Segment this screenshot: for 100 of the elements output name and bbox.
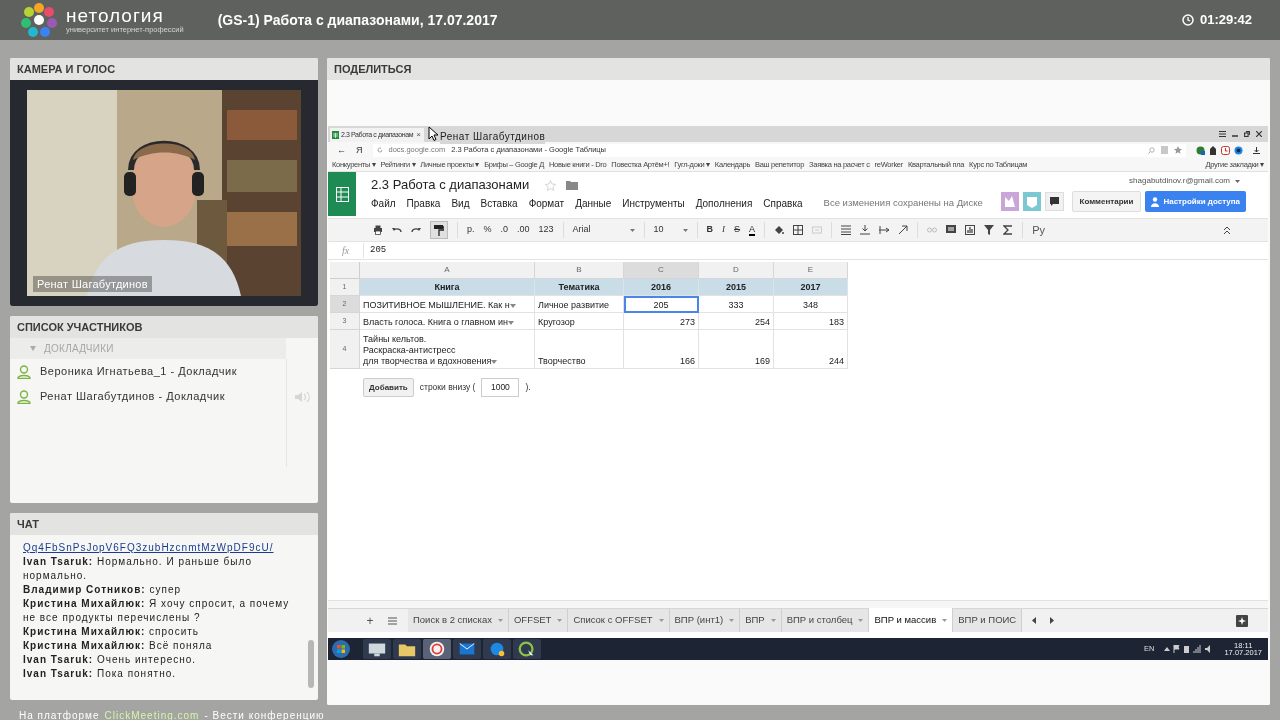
decimal-increase-button[interactable]: .00 xyxy=(517,223,530,237)
chat-app-icon[interactable] xyxy=(483,639,511,659)
comment-button[interactable] xyxy=(1044,192,1064,211)
table-cell[interactable]: Кругозор xyxy=(535,313,624,330)
mail-icon[interactable] xyxy=(453,639,481,659)
table-cell[interactable]: 348 xyxy=(774,296,848,313)
currency-button[interactable]: р. xyxy=(467,223,475,237)
document-title[interactable]: 2.3 Работа с диапазонами xyxy=(371,175,530,195)
download-icon[interactable] xyxy=(1253,146,1260,154)
add-sheet-button[interactable]: + xyxy=(363,609,377,632)
tab-close[interactable]: × xyxy=(416,131,422,139)
participant-row[interactable]: Вероника Игнатьева_1 - Докладчик xyxy=(10,359,286,384)
extension-icon[interactable] xyxy=(1234,145,1243,155)
restore-icon[interactable] xyxy=(1244,131,1250,137)
menu-item[interactable]: Данные xyxy=(575,195,612,211)
filter-icon[interactable] xyxy=(984,225,995,235)
star-icon[interactable] xyxy=(545,179,557,191)
column-header[interactable]: A xyxy=(360,262,535,279)
formula-bar[interactable]: 205 xyxy=(364,243,1268,258)
chat-link[interactable]: Qq4FbSnPsJopV6FQ3zubHzcnmtMzWpDF9cU/ xyxy=(23,541,304,555)
insert-comment-icon[interactable] xyxy=(946,225,957,235)
menu-item[interactable]: Дополнения xyxy=(695,195,753,211)
menu-item[interactable]: Инструменты xyxy=(622,195,685,211)
dropdown-icon[interactable] xyxy=(509,304,516,308)
monitor-icon[interactable] xyxy=(363,639,391,659)
table-cell[interactable]: 169 xyxy=(699,330,774,369)
table-cell[interactable]: 254 xyxy=(699,313,774,330)
menu-item[interactable]: Файл xyxy=(371,195,396,211)
close-icon[interactable] xyxy=(1256,131,1262,137)
sheet-tab[interactable]: OFFSET xyxy=(508,609,569,632)
text-color-button[interactable]: A xyxy=(749,224,756,236)
text-rotate-icon[interactable] xyxy=(898,225,909,235)
sheet-tab[interactable]: Список с OFFSET xyxy=(568,609,670,632)
number-format-button[interactable]: 123 xyxy=(538,223,554,237)
sheet-tab[interactable]: ВПР и ПОИС xyxy=(953,609,1023,632)
strikethrough-button[interactable]: S xyxy=(734,223,741,237)
comments-button[interactable]: Комментарии xyxy=(1071,191,1142,212)
start-button-icon[interactable] xyxy=(331,639,351,659)
redo-icon[interactable] xyxy=(411,225,421,235)
add-rows-button[interactable]: Добавить xyxy=(363,378,414,397)
menu-item[interactable]: Справка xyxy=(763,195,803,211)
input-tools-button[interactable]: Ру xyxy=(1032,221,1045,239)
folder-icon[interactable] xyxy=(566,180,579,190)
print-icon[interactable] xyxy=(373,225,383,235)
sum-icon[interactable] xyxy=(1003,225,1014,235)
folder-icon[interactable] xyxy=(393,639,421,659)
table-cell[interactable]: 183 xyxy=(774,313,848,330)
table-cell[interactable]: Тайны кельтов. Раскраска-антистресс для творчества и вдохновения xyxy=(360,330,535,369)
scroll-left-icon[interactable] xyxy=(1032,617,1037,624)
tray-icons[interactable] xyxy=(1164,645,1213,653)
table-cell[interactable]: 166 xyxy=(624,330,699,369)
sheet-tab[interactable]: ВПР и столбец xyxy=(781,609,870,632)
app-logo[interactable] xyxy=(328,172,356,216)
menu-icon[interactable] xyxy=(1219,131,1226,137)
sheet-tab[interactable]: ВПР xyxy=(740,609,782,632)
cursor-app-icon[interactable] xyxy=(513,639,541,659)
fill-color-icon[interactable] xyxy=(774,225,785,235)
align-icon[interactable] xyxy=(841,225,852,235)
collapse-toolbar-icon[interactable] xyxy=(1222,225,1232,235)
explore-icon[interactable] xyxy=(1236,614,1248,627)
extension-icon[interactable] xyxy=(1196,145,1205,155)
sheet-tab[interactable]: Поиск в 2 списках xyxy=(408,609,509,632)
scroll-right-icon[interactable] xyxy=(1050,617,1055,624)
table-cell[interactable]: 205 xyxy=(624,296,699,313)
table-cell[interactable]: Власть голоса. Книга о главном ин xyxy=(360,313,535,330)
menu-item[interactable]: Вставка xyxy=(480,195,518,211)
borders-icon[interactable] xyxy=(793,225,804,235)
menu-item[interactable]: Вид xyxy=(451,195,470,211)
table-cell[interactable]: Личное развитие xyxy=(535,296,624,313)
browser-logo-button[interactable]: Я xyxy=(356,145,363,155)
menu-item[interactable]: Правка xyxy=(406,195,441,211)
share-button[interactable]: Настройки доступа xyxy=(1145,191,1246,212)
back-button[interactable]: ← xyxy=(337,145,346,155)
font-dropdown[interactable]: Arial xyxy=(572,221,635,239)
table-cell[interactable]: ПОЗИТИВНОЕ МЫШЛЕНИЕ. Как н xyxy=(360,296,535,313)
decimal-decrease-button[interactable]: .0 xyxy=(500,223,509,237)
scrollbar-thumb[interactable] xyxy=(308,640,314,688)
column-header[interactable]: E xyxy=(774,262,848,279)
extension-icon[interactable] xyxy=(1209,145,1217,155)
vertical-align-icon[interactable] xyxy=(860,225,871,235)
row-count-field[interactable]: 1000 xyxy=(481,378,520,397)
dropdown-icon[interactable] xyxy=(491,360,498,364)
browser-icon[interactable] xyxy=(423,639,451,659)
column-header[interactable]: C xyxy=(624,262,699,279)
paint-format-button[interactable] xyxy=(430,221,448,239)
table-cell[interactable]: 244 xyxy=(774,330,848,369)
chart-icon[interactable] xyxy=(965,225,976,235)
table-cell[interactable]: 333 xyxy=(699,296,774,313)
account-email[interactable]: shagabutdinov.r@gmail.com xyxy=(1129,175,1230,187)
table-cell[interactable]: Творчество xyxy=(535,330,624,369)
dropdown-icon[interactable] xyxy=(507,321,514,325)
column-header[interactable]: D xyxy=(699,262,774,279)
percent-button[interactable]: % xyxy=(483,223,492,237)
font-size-dropdown[interactable]: 10 xyxy=(653,221,688,239)
column-header[interactable]: B xyxy=(535,262,624,279)
star-icon[interactable] xyxy=(1174,146,1182,154)
menu-item[interactable]: Формат xyxy=(528,195,565,211)
table-cell[interactable]: 273 xyxy=(624,313,699,330)
sheet-tab[interactable]: ВПР и массив xyxy=(869,608,954,632)
bold-button[interactable]: B xyxy=(706,223,714,237)
